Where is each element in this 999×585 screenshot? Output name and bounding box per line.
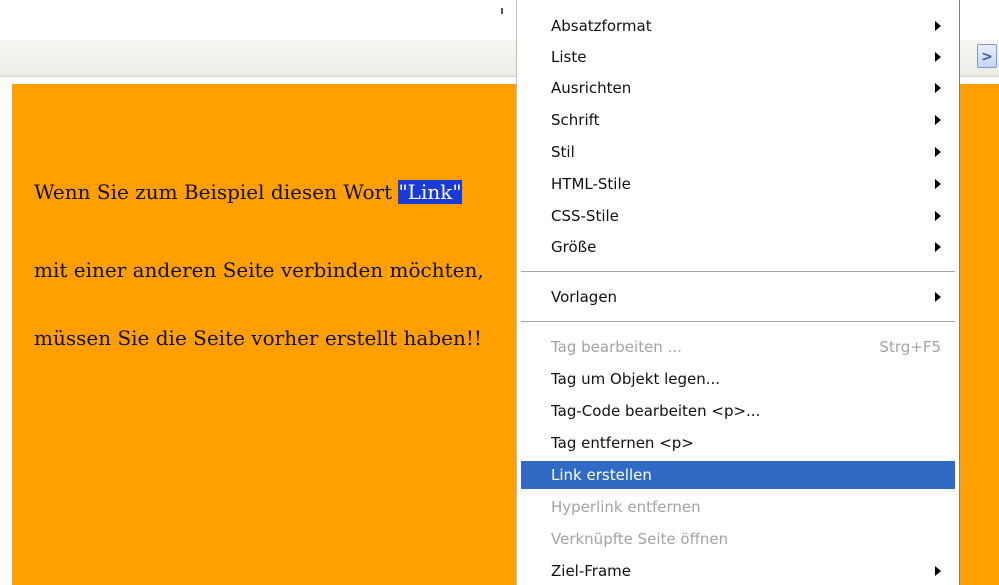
menu-item-label: Ausrichten (551, 79, 632, 97)
menu-item-vorlagen[interactable]: Vorlagen (521, 283, 955, 311)
text-line-3[interactable]: müssen Sie die Seite vorher erstellt hab… (34, 326, 482, 350)
menu-item-label: CSS-Stile (551, 207, 619, 225)
submenu-arrow-icon (935, 566, 941, 576)
menu-item-label: Verknüpfte Seite öffnen (551, 530, 729, 548)
menu-item-label: Link erstellen (551, 466, 652, 484)
selected-text-link[interactable]: "Link" (398, 180, 462, 204)
menu-item-label: Ziel-Frame (551, 562, 631, 580)
menu-item-ausrichten[interactable]: Ausrichten (521, 74, 955, 102)
menu-item-groesse[interactable]: Größe (521, 233, 955, 261)
context-menu: Absatzformat Liste Ausrichten Schrift St… (516, 0, 960, 585)
scroll-right-button[interactable]: > (977, 44, 997, 68)
menu-item-label: Stil (551, 143, 575, 161)
menu-item-stil[interactable]: Stil (521, 138, 955, 166)
menu-item-tag-um-objekt-legen[interactable]: Tag um Objekt legen... (521, 365, 955, 393)
submenu-arrow-icon (935, 21, 941, 31)
menu-item-tag-entfernen[interactable]: Tag entfernen <p> (521, 429, 955, 457)
menu-item-absatzformat[interactable]: Absatzformat (521, 12, 955, 40)
menu-item-label: Schrift (551, 111, 600, 129)
menu-item-tag-code-bearbeiten[interactable]: Tag-Code bearbeiten <p>... (521, 397, 955, 425)
menu-item-tag-bearbeiten[interactable]: Tag bearbeiten ... Strg+F5 (521, 333, 955, 361)
menu-item-label: Tag entfernen <p> (551, 434, 694, 452)
menu-item-label: Hyperlink entfernen (551, 498, 701, 516)
text-line-1[interactable]: Wenn Sie zum Beispiel diesen Wort "Link" (34, 180, 462, 204)
menu-item-ziel-frame[interactable]: Ziel-Frame (521, 557, 955, 585)
chevron-right-icon: > (981, 49, 993, 65)
submenu-arrow-icon (935, 242, 941, 252)
submenu-arrow-icon (935, 115, 941, 125)
menu-item-label: Liste (551, 48, 587, 66)
menu-item-link-erstellen[interactable]: Link erstellen (521, 461, 955, 489)
text-line-1-start: Wenn Sie zum Beispiel diesen Wort (34, 180, 399, 204)
menu-item-label: Tag bearbeiten ... (551, 338, 682, 356)
menu-item-label: Tag-Code bearbeiten <p>... (551, 402, 761, 420)
submenu-arrow-icon (935, 211, 941, 221)
menu-item-schrift[interactable]: Schrift (521, 106, 955, 134)
menu-item-label: HTML-Stile (551, 175, 631, 193)
submenu-arrow-icon (935, 52, 941, 62)
submenu-arrow-icon (935, 292, 941, 302)
menu-item-hyperlink-entfernen[interactable]: Hyperlink entfernen (521, 493, 955, 521)
ruler-tick (501, 8, 503, 14)
menu-item-liste[interactable]: Liste (521, 43, 955, 71)
submenu-arrow-icon (935, 147, 941, 157)
text-line-2[interactable]: mit einer anderen Seite verbinden möchte… (34, 258, 484, 282)
menu-item-shortcut: Strg+F5 (879, 338, 941, 356)
menu-item-css-stile[interactable]: CSS-Stile (521, 202, 955, 230)
menu-item-verknuepfte-seite-oeffnen[interactable]: Verknüpfte Seite öffnen (521, 525, 955, 553)
menu-separator (521, 271, 955, 273)
submenu-arrow-icon (935, 179, 941, 189)
menu-item-label: Größe (551, 238, 597, 256)
menu-separator (521, 321, 955, 323)
canvas-left-margin (0, 84, 12, 585)
menu-item-label: Absatzformat (551, 17, 652, 35)
menu-item-label: Vorlagen (551, 288, 618, 306)
menu-item-html-stile[interactable]: HTML-Stile (521, 170, 955, 198)
menu-item-label: Tag um Objekt legen... (551, 370, 721, 388)
submenu-arrow-icon (935, 83, 941, 93)
